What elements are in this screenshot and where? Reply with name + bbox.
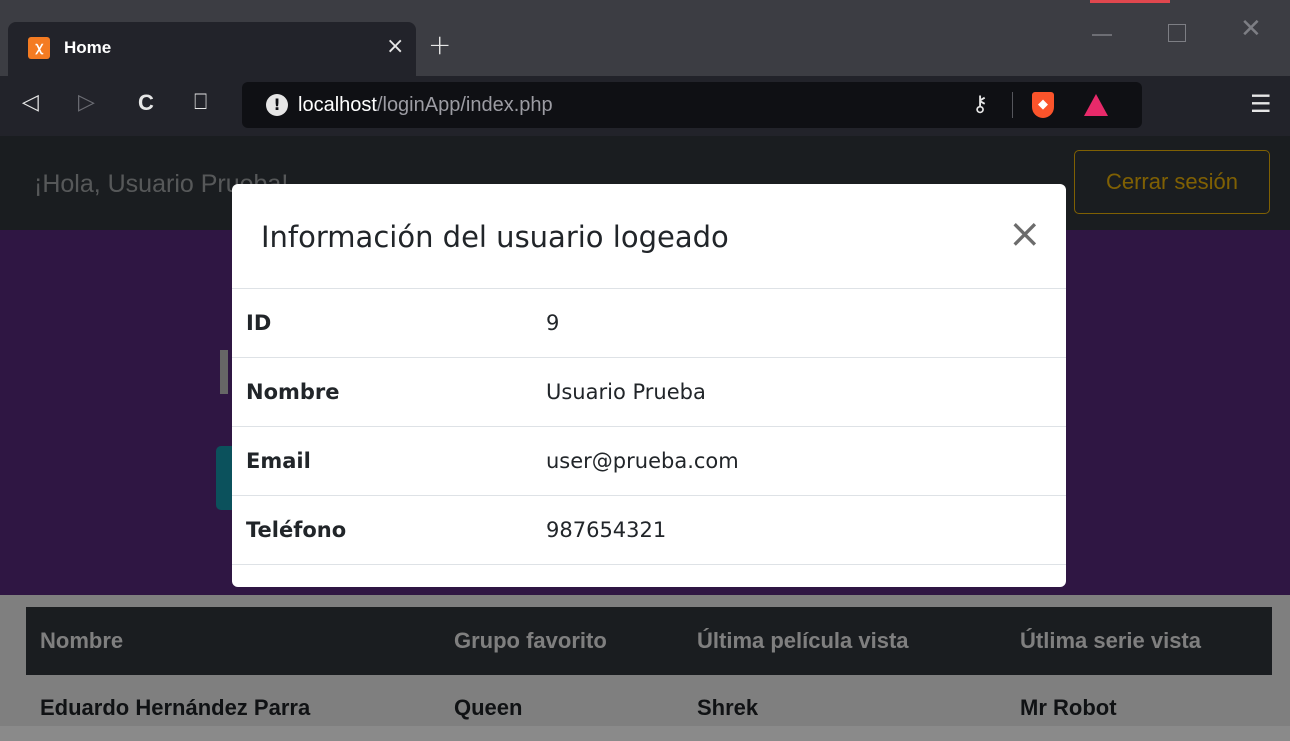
site-info-icon[interactable]: ! [266,94,288,116]
brave-rewards-icon[interactable] [1084,94,1108,116]
modal-body: ID 9 Nombre Usuario Prueba Email user@pr… [232,289,1066,565]
info-label: Teléfono [246,518,347,542]
xampp-favicon-icon: ꭓ [28,37,50,59]
back-icon[interactable]: ◁ [22,90,39,115]
address-separator [1012,92,1013,118]
browser-toolbar: ◁ ▷ C ⎕ ! localhost/loginApp/index.php ⚷… [0,76,1290,136]
tab-bar-accent [1090,0,1170,3]
info-label: Email [246,449,311,473]
tab-title: Home [64,38,112,57]
browser-tab[interactable]: ꭓ Home × [8,22,416,76]
info-row-id: ID 9 [232,289,1066,358]
info-label: Nombre [246,380,340,404]
info-row-nombre: Nombre Usuario Prueba [232,358,1066,427]
brave-shields-icon[interactable]: ◆ [1032,92,1054,118]
forward-icon[interactable]: ▷ [78,90,95,115]
info-value: 987654321 [546,518,667,542]
address-bar[interactable]: ! localhost/loginApp/index.php ⚷ ◆ [242,82,1142,128]
close-icon[interactable]: × [1008,212,1042,256]
bookmark-icon[interactable]: ⎕ [194,90,207,115]
info-label: ID [246,311,272,335]
key-icon[interactable]: ⚷ [972,92,988,117]
url-host: localhost [298,94,377,116]
info-value: user@prueba.com [546,449,739,473]
info-row-email: Email user@prueba.com [232,427,1066,496]
modal-header: Información del usuario logeado × [232,184,1066,289]
info-value: Usuario Prueba [546,380,706,404]
new-tab-icon[interactable]: + [428,28,451,61]
user-info-modal: Información del usuario logeado × ID 9 N… [232,184,1066,587]
url-path: /loginApp/index.php [376,94,553,116]
modal-title: Información del usuario logeado [261,220,729,254]
reload-icon[interactable]: C [138,90,154,116]
info-row-telefono: Teléfono 987654321 [232,496,1066,565]
info-value: 9 [546,311,560,335]
window-close-icon[interactable]: ✕ [1240,14,1262,44]
url-text[interactable]: localhost/loginApp/index.php [298,94,553,117]
menu-icon[interactable]: ☰ [1250,90,1272,118]
window-minimize-icon[interactable] [1092,34,1112,36]
tab-close-icon[interactable]: × [386,34,404,59]
browser-tab-bar: ꭓ Home × + ✕ [0,0,1290,76]
window-maximize-icon[interactable] [1168,24,1186,42]
